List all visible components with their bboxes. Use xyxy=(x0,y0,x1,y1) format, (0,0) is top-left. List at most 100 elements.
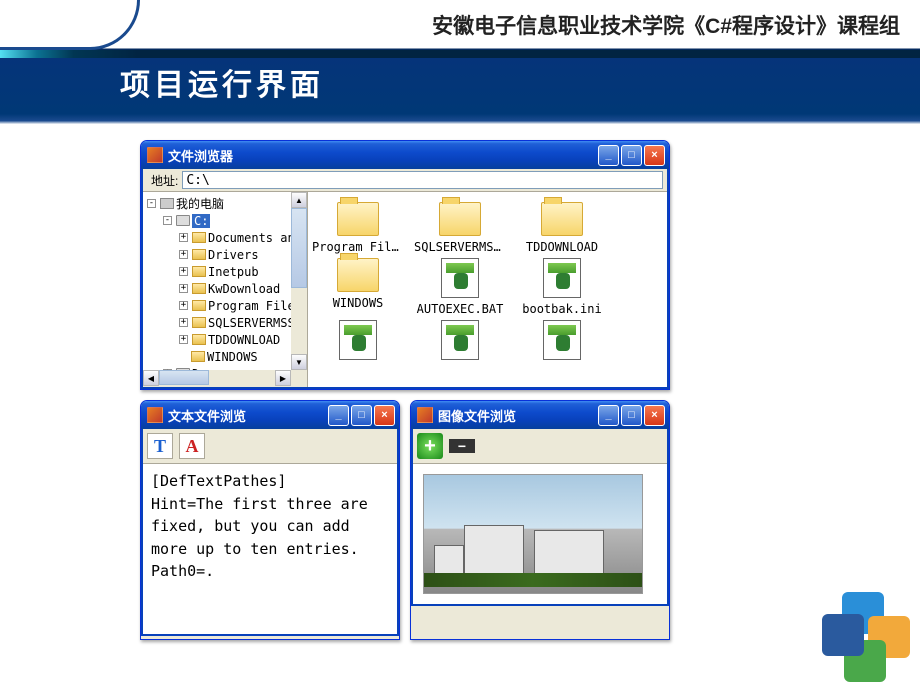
folder-icon xyxy=(439,202,481,236)
drive-icon xyxy=(176,215,190,226)
horizontal-scrollbar[interactable]: ◀ ▶ xyxy=(143,370,307,387)
computer-icon xyxy=(160,198,174,209)
file-label: Program Files xyxy=(312,240,404,254)
app-icon xyxy=(147,147,163,163)
minimize-button[interactable]: _ xyxy=(328,405,349,426)
file-item[interactable]: bootbak.ini xyxy=(516,258,608,316)
tree-folder[interactable]: SQLSERVERMSSQ xyxy=(208,316,302,330)
tree-expander[interactable]: + xyxy=(179,267,188,276)
file-label: bootbak.ini xyxy=(516,302,608,316)
font-style-t-button[interactable]: T xyxy=(147,433,173,459)
scroll-down-button[interactable]: ▼ xyxy=(291,354,307,370)
image-canvas xyxy=(413,464,667,604)
app-icon xyxy=(147,407,163,423)
folder-icon xyxy=(192,232,206,243)
file-icon xyxy=(543,320,581,360)
close-button[interactable]: × xyxy=(374,405,395,426)
text-viewer-titlebar[interactable]: 文本文件浏览 _ □ × xyxy=(141,401,399,429)
file-item[interactable] xyxy=(414,320,506,360)
zoom-out-button[interactable]: − xyxy=(449,439,475,453)
folder-icon xyxy=(541,202,583,236)
file-browser-titlebar[interactable]: 文件浏览器 _ □ × xyxy=(141,141,669,169)
folder-icon xyxy=(192,283,206,294)
desktop-area: 文件浏览器 _ □ × 地址: - 我的电脑 xyxy=(140,140,840,640)
file-icon xyxy=(339,320,377,360)
tree-folder[interactable]: Program Files xyxy=(208,299,302,313)
folder-icon xyxy=(337,258,379,292)
text-toolbar: T A xyxy=(143,429,397,464)
file-item[interactable]: WINDOWS xyxy=(312,258,404,316)
file-list-pane[interactable]: Program Files SQLSERVERMS... TDDOWNLOAD … xyxy=(308,192,667,387)
image-viewer-title: 图像文件浏览 xyxy=(438,406,593,425)
puzzle-decoration xyxy=(822,592,912,682)
text-viewer-window: 文本文件浏览 _ □ × T A [DefTextPathes] Hint=Th… xyxy=(140,400,400,640)
tree-expander[interactable]: - xyxy=(163,216,172,225)
file-icon xyxy=(441,258,479,298)
tree-drive-c[interactable]: C: xyxy=(192,214,210,228)
tree-expander[interactable]: + xyxy=(179,284,188,293)
tree-root[interactable]: 我的电脑 xyxy=(176,195,224,212)
text-viewer-title: 文本文件浏览 xyxy=(168,406,323,425)
file-item[interactable]: SQLSERVERMS... xyxy=(414,202,506,254)
file-item[interactable] xyxy=(516,320,608,360)
page-header: 安徽电子信息职业技术学院《C#程序设计》课程组 xyxy=(0,10,900,40)
tree-folder[interactable]: Documents and xyxy=(208,231,302,245)
tree-expander[interactable]: + xyxy=(179,233,188,242)
tree-folder[interactable]: Drivers xyxy=(208,248,259,262)
slide-title: 项目运行界面 xyxy=(120,60,324,104)
image-viewer-titlebar[interactable]: 图像文件浏览 _ □ × xyxy=(411,401,669,429)
tree-expander[interactable]: + xyxy=(179,250,188,259)
close-button[interactable]: × xyxy=(644,145,665,166)
file-label: SQLSERVERMS... xyxy=(414,240,506,254)
file-item[interactable] xyxy=(312,320,404,360)
address-input[interactable] xyxy=(182,171,663,189)
file-item[interactable]: TDDOWNLOAD xyxy=(516,202,608,254)
file-item[interactable]: AUTOEXEC.BAT xyxy=(414,258,506,316)
image-preview[interactable] xyxy=(423,474,643,594)
scroll-right-button[interactable]: ▶ xyxy=(275,370,291,386)
vertical-scrollbar[interactable]: ▲ ▼ xyxy=(291,192,307,370)
folder-icon xyxy=(191,351,205,362)
tree-expander[interactable]: + xyxy=(179,318,188,327)
maximize-button[interactable]: □ xyxy=(621,145,642,166)
file-icon xyxy=(543,258,581,298)
font-style-a-button[interactable]: A xyxy=(179,433,205,459)
minimize-button[interactable]: _ xyxy=(598,405,619,426)
maximize-button[interactable]: □ xyxy=(621,405,642,426)
address-bar: 地址: xyxy=(143,169,667,192)
folder-icon xyxy=(192,334,206,345)
tree-folder[interactable]: Inetpub xyxy=(208,265,259,279)
scroll-left-button[interactable]: ◀ xyxy=(143,370,159,386)
file-label: WINDOWS xyxy=(312,296,404,310)
file-browser-title: 文件浏览器 xyxy=(168,146,593,165)
maximize-button[interactable]: □ xyxy=(351,405,372,426)
file-item[interactable]: Program Files xyxy=(312,202,404,254)
folder-icon xyxy=(192,300,206,311)
file-browser-window: 文件浏览器 _ □ × 地址: - 我的电脑 xyxy=(140,140,670,390)
file-label: TDDOWNLOAD xyxy=(516,240,608,254)
tree-pane: - 我的电脑 - C: + Documents and + Drivers + Ine… xyxy=(143,192,308,387)
app-icon xyxy=(417,407,433,423)
minimize-button[interactable]: _ xyxy=(598,145,619,166)
tree-expander[interactable]: + xyxy=(179,335,188,344)
address-label: 地址: xyxy=(147,172,182,189)
scroll-thumb[interactable] xyxy=(291,208,307,288)
file-label: AUTOEXEC.BAT xyxy=(414,302,506,316)
zoom-in-button[interactable]: + xyxy=(417,433,443,459)
tree-expander[interactable]: - xyxy=(147,199,156,208)
tree-expander[interactable]: + xyxy=(179,301,188,310)
close-button[interactable]: × xyxy=(644,405,665,426)
file-icon xyxy=(441,320,479,360)
folder-icon xyxy=(192,266,206,277)
tree-folder[interactable]: TDDOWNLOAD xyxy=(208,333,280,347)
folder-icon xyxy=(192,249,206,260)
folder-icon xyxy=(337,202,379,236)
tree-folder[interactable]: WINDOWS xyxy=(207,350,258,364)
scroll-thumb[interactable] xyxy=(159,370,209,385)
text-content[interactable]: [DefTextPathes] Hint=The first three are… xyxy=(143,464,397,634)
folder-icon xyxy=(192,317,206,328)
image-toolbar: + − xyxy=(413,429,667,464)
scroll-up-button[interactable]: ▲ xyxy=(291,192,307,208)
image-viewer-window: 图像文件浏览 _ □ × + − xyxy=(410,400,670,640)
tree-folder[interactable]: KwDownload xyxy=(208,282,280,296)
